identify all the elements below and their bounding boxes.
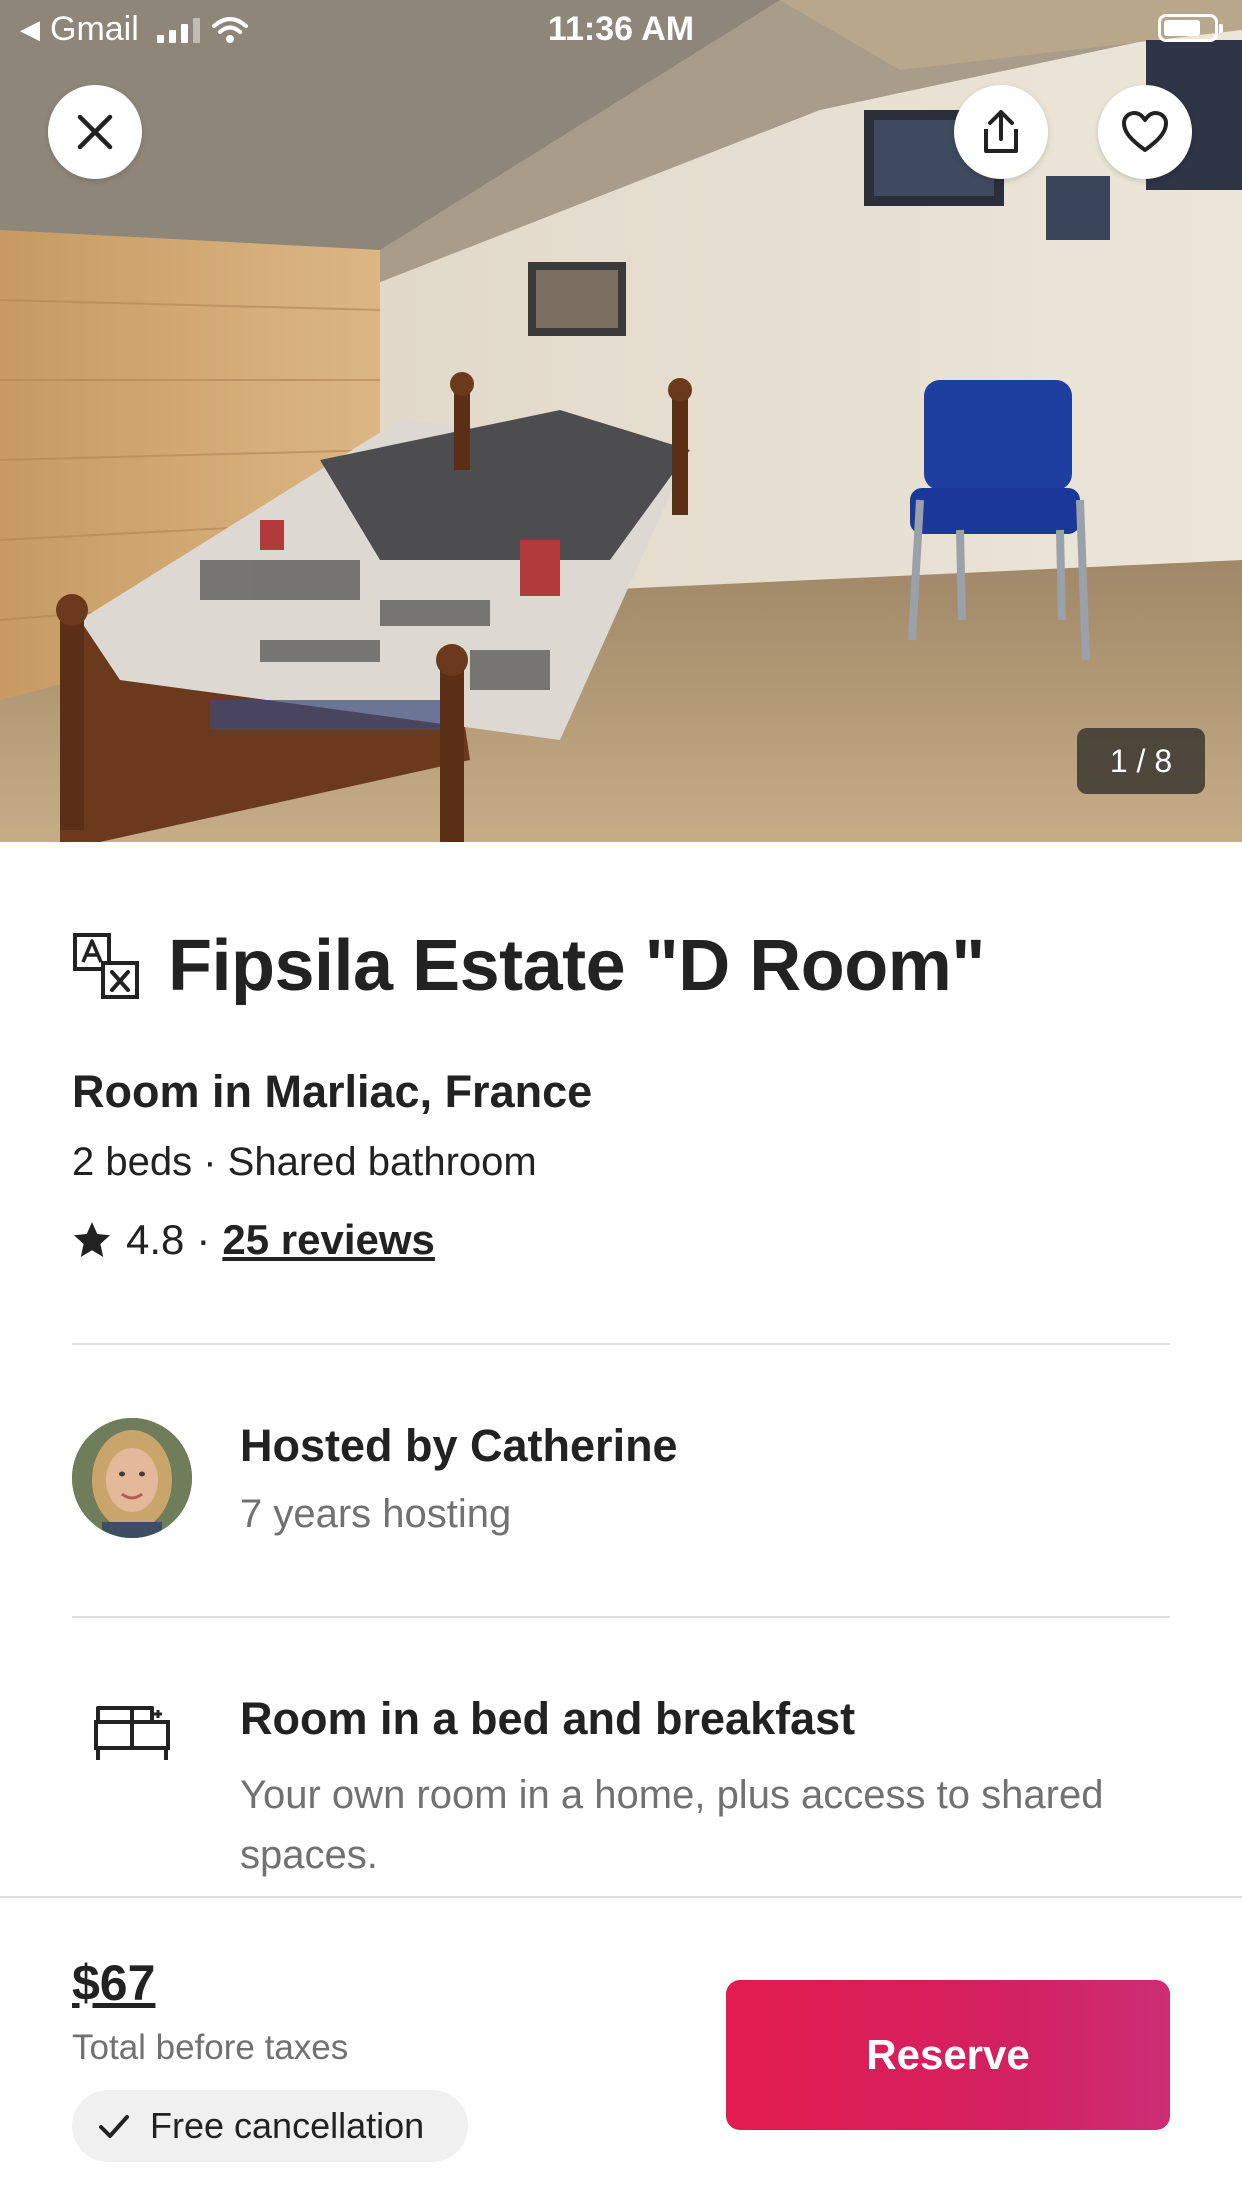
bed-icon	[94, 1706, 170, 1760]
host-name[interactable]: Hosted by Catherine	[240, 1420, 678, 1472]
rating-row: 4.8 · 25 reviews	[72, 1216, 435, 1264]
translate-icon[interactable]	[72, 932, 140, 1000]
listing-details: 2 beds · Shared bathroom	[72, 1140, 537, 1184]
share-icon	[984, 110, 1018, 153]
bedroom-photo	[0, 0, 1242, 842]
free-cancellation-badge: Free cancellation	[72, 2090, 468, 2162]
avatar-image	[72, 1418, 192, 1538]
status-time: 11:36 AM	[547, 10, 695, 48]
divider	[72, 1343, 1170, 1345]
price[interactable]: $67	[72, 1954, 155, 2012]
listing-location: Room in Marliac, France	[72, 1066, 593, 1117]
listing-photo[interactable]: ◀ Gmail 11:36 AM 1 / 8	[0, 0, 1242, 842]
free-cancellation-label: Free cancellation	[150, 2105, 425, 2146]
photo-counter: 1 / 8	[1077, 728, 1205, 794]
reviews-link[interactable]: 25 reviews	[222, 1216, 435, 1264]
save-button[interactable]	[1098, 85, 1192, 179]
listing-title-row: Fipsila Estate "D Room"	[72, 925, 985, 1007]
rating-value: 4.8	[126, 1216, 185, 1263]
share-button[interactable]	[954, 85, 1048, 179]
room-type-description: Your own room in a home, plus access to …	[240, 1773, 1104, 1877]
close-icon	[77, 114, 113, 150]
listing-title: Fipsila Estate "D Room"	[168, 926, 985, 1006]
check-icon	[99, 2115, 129, 2138]
divider	[72, 1616, 1170, 1618]
heart-icon	[1122, 111, 1168, 152]
status-bar: ◀ Gmail 11:36 AM	[0, 0, 1242, 62]
battery-icon	[1158, 14, 1223, 42]
room-type-title: Room in a bed and breakfast	[240, 1693, 856, 1744]
price-note: Total before taxes	[72, 2028, 349, 2067]
booking-footer: $67 Total before taxes Free cancellation…	[0, 1896, 1242, 2210]
star-icon	[74, 1222, 110, 1257]
rating-separator: ·	[196, 1216, 211, 1263]
host-avatar[interactable]	[72, 1418, 192, 1538]
host-years: 7 years hosting	[240, 1492, 512, 1536]
reserve-button[interactable]: Reserve	[726, 1980, 1170, 2130]
close-button[interactable]	[48, 85, 142, 179]
